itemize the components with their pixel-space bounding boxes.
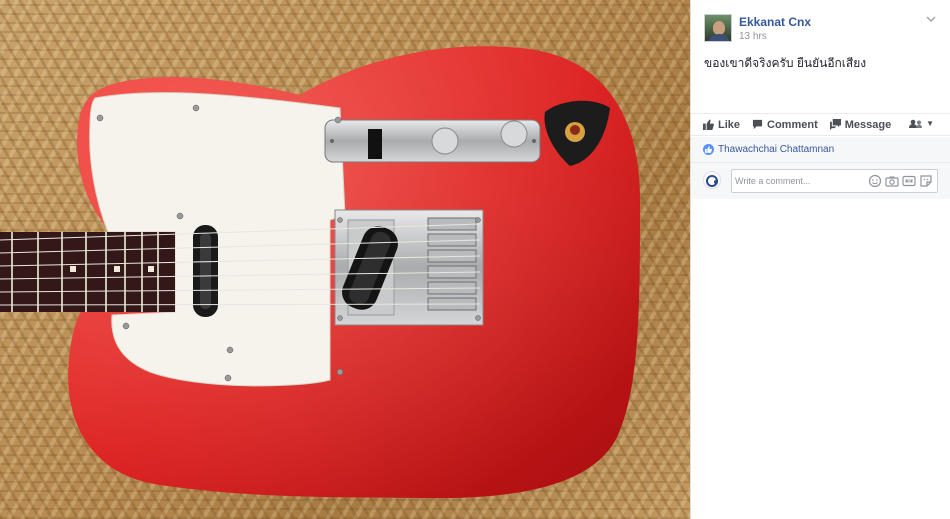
post-timestamp[interactable]: 13 hrs — [739, 31, 767, 42]
like-label: Like — [718, 118, 741, 131]
comment-tools — [865, 174, 933, 188]
like-button[interactable]: Like — [703, 119, 740, 131]
audience-dropdown-icon: ▼ — [926, 119, 934, 128]
viewer-avatar[interactable] — [703, 171, 721, 189]
like-reaction-icon — [703, 144, 714, 155]
post-actions: Like Comment Message ▼ — [691, 113, 950, 136]
emoji-icon[interactable] — [868, 174, 882, 188]
post-side-panel: Ekkanat Cnx 13 hrs ของเขาดีจริงครับ ยืนย… — [690, 0, 950, 519]
audience-selector-icon[interactable]: ▼ — [909, 119, 934, 128]
speech-bubble-icon — [752, 119, 763, 130]
post-photo[interactable] — [0, 0, 690, 519]
comment-button[interactable]: Comment — [752, 119, 818, 131]
gif-icon[interactable] — [902, 174, 916, 188]
comment-label: Comment — [767, 118, 818, 131]
thumbs-up-icon — [703, 119, 714, 130]
comment-box — [731, 169, 938, 193]
message-label: Message — [844, 118, 892, 131]
guitar-image — [0, 46, 640, 499]
messenger-icon — [829, 119, 841, 130]
author-avatar[interactable] — [704, 14, 732, 42]
post-header: Ekkanat Cnx 13 hrs — [691, 0, 950, 46]
message-button[interactable]: Message — [829, 118, 892, 131]
liker-name[interactable]: Thawachchai Chattamnan — [718, 144, 834, 155]
sticker-icon[interactable] — [919, 174, 933, 188]
comment-composer — [691, 163, 950, 199]
comment-input[interactable] — [735, 172, 865, 190]
camera-icon[interactable] — [885, 174, 899, 188]
chevron-down-icon[interactable] — [924, 14, 938, 28]
author-name[interactable]: Ekkanat Cnx — [739, 15, 811, 29]
post-text: ของเขาดีจริงครับ ยืนยันอีกเสียง — [704, 56, 867, 70]
reactions-summary: Thawachchai Chattamnan — [691, 137, 950, 163]
